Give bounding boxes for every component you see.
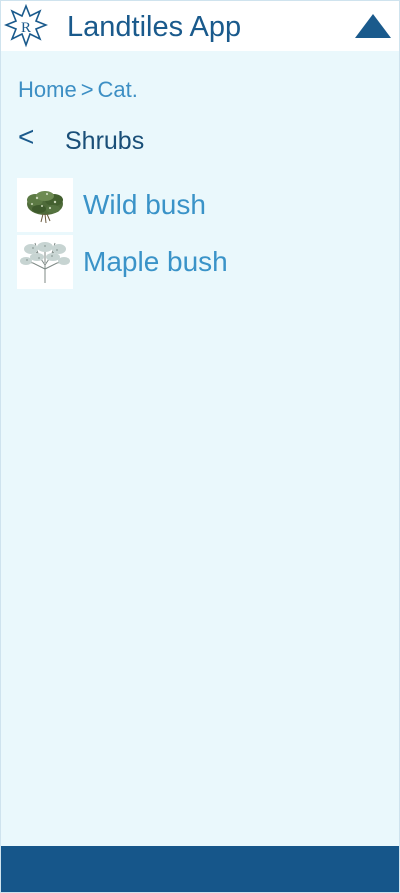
breadcrumb-home-link[interactable]: Home (18, 77, 77, 102)
svg-text:R: R (21, 20, 31, 36)
list-item-label: Maple bush (83, 245, 228, 277)
list-item-label: Wild bush (83, 188, 206, 220)
category-header: < Shrubs (18, 121, 378, 161)
footer-bar (1, 846, 399, 892)
list-item-wild-bush[interactable]: Wild bush (17, 176, 387, 233)
plant-list: Wild bush Maple bush (17, 176, 387, 290)
app-title: Landtiles App (67, 11, 242, 43)
triangle-up-icon[interactable] (354, 13, 392, 39)
star-r-logo-icon: R (4, 4, 48, 48)
list-item-maple-bush[interactable]: Maple bush (17, 233, 387, 290)
maple-bush-thumbnail (17, 234, 73, 289)
breadcrumb: Home > Cat. (18, 75, 138, 105)
app-header: R Landtiles App (1, 1, 399, 51)
back-button[interactable]: < (18, 121, 34, 153)
breadcrumb-category-link[interactable]: Cat. (98, 77, 138, 102)
wild-bush-thumbnail (17, 177, 73, 232)
app-window: R Landtiles App Home > Cat. < Shrubs Wil… (0, 0, 400, 893)
breadcrumb-separator: > (80, 77, 94, 102)
category-title: Shrubs (65, 127, 145, 155)
